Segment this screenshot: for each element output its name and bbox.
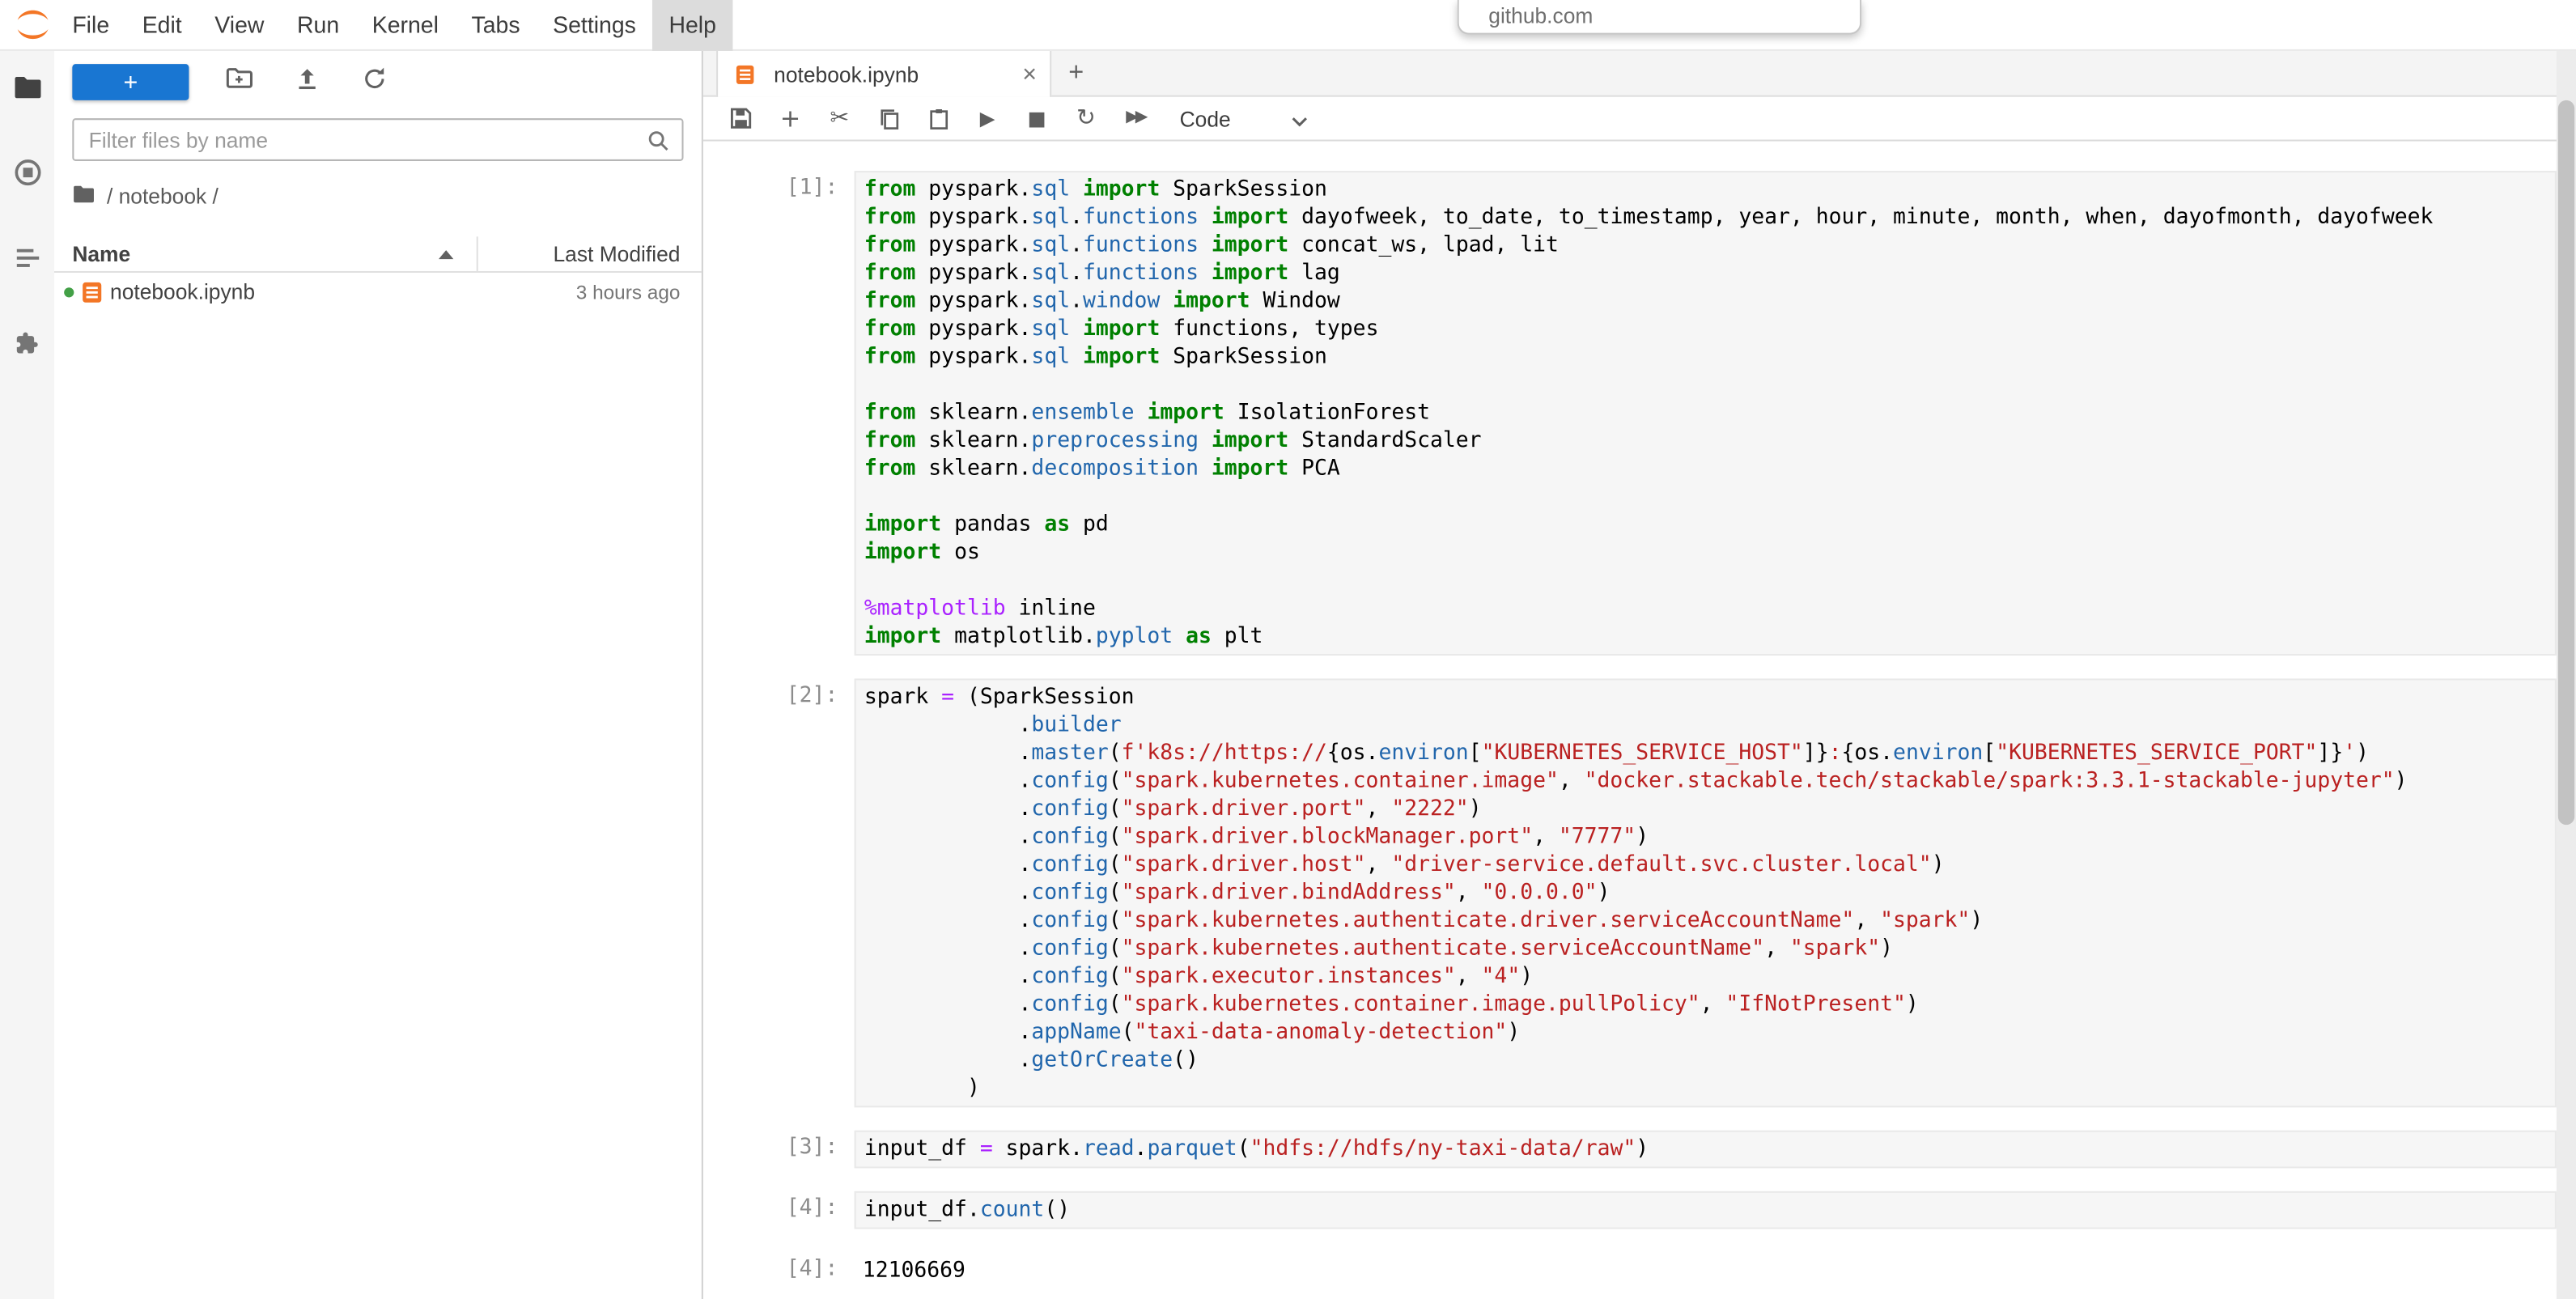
file-filter-input[interactable] bbox=[74, 120, 681, 159]
breadcrumb[interactable]: / notebook / bbox=[54, 168, 702, 222]
new-launcher-button[interactable]: + bbox=[72, 64, 189, 100]
cell-editor[interactable]: input_df = spark.read.parquet("hdfs://hd… bbox=[855, 1131, 2557, 1169]
file-browser-panel: + bbox=[54, 51, 703, 1299]
code-cell: [3]:input_df = spark.read.parquet("hdfs:… bbox=[703, 1131, 2576, 1169]
cell-editor[interactable]: spark = (SparkSession .builder .master(f… bbox=[855, 678, 2557, 1107]
play-icon: ▶ bbox=[980, 108, 995, 128]
cell-output: 12106669 bbox=[855, 1252, 2557, 1290]
file-row[interactable]: notebook.ipynb 3 hours ago bbox=[54, 273, 702, 311]
cell-editor[interactable]: input_df.count() bbox=[855, 1191, 2557, 1229]
plus-icon: + bbox=[123, 68, 138, 96]
extensions-icon[interactable] bbox=[12, 329, 42, 359]
vertical-scrollbar[interactable] bbox=[2557, 51, 2576, 1299]
popup-text: github.com bbox=[1488, 0, 1593, 32]
menu-item-file[interactable]: File bbox=[56, 0, 125, 50]
file-filter-box bbox=[72, 118, 683, 161]
refresh-button[interactable] bbox=[362, 65, 388, 100]
folder-icon bbox=[72, 182, 95, 210]
notebook-toolbar: + ✂ ▶ ■ ↻ ▶▶ Code bbox=[703, 97, 2576, 142]
menu-item-view[interactable]: View bbox=[198, 0, 281, 50]
restart-run-all-button[interactable]: ▶▶ bbox=[1117, 100, 1153, 137]
column-header-name[interactable]: Name bbox=[54, 236, 477, 271]
jupyter-logo-icon bbox=[13, 5, 53, 45]
new-tab-button[interactable]: + bbox=[1051, 51, 1101, 96]
file-browser-actions bbox=[225, 64, 388, 100]
menu-item-tabs[interactable]: Tabs bbox=[455, 0, 537, 50]
breadcrumb-path: / notebook / bbox=[107, 184, 219, 208]
execution-prompt: [3]: bbox=[703, 1131, 851, 1169]
file-modified: 3 hours ago bbox=[576, 280, 702, 303]
code-cell: [2]:spark = (SparkSession .builder .mast… bbox=[703, 678, 2576, 1107]
cell-editor[interactable]: from pyspark.sql import SparkSessionfrom… bbox=[855, 171, 2557, 656]
close-icon[interactable]: × bbox=[1022, 62, 1037, 86]
menu-item-kernel[interactable]: Kernel bbox=[355, 0, 455, 50]
execution-prompt: [4]: bbox=[703, 1191, 851, 1229]
scrollbar-thumb[interactable] bbox=[2558, 100, 2574, 825]
file-name: notebook.ipynb bbox=[110, 279, 576, 304]
cut-cells-button[interactable]: ✂ bbox=[821, 100, 858, 137]
menu-item-run[interactable]: Run bbox=[281, 0, 356, 50]
output-cell: [4]:12106669 bbox=[703, 1252, 2576, 1290]
jupyterlab-window: File Edit View Run Kernel Tabs Settings … bbox=[0, 0, 2576, 1299]
tab-bar: notebook.ipynb × + bbox=[703, 51, 2576, 97]
run-cell-button[interactable]: ▶ bbox=[970, 100, 1006, 137]
notebook-scroll-area[interactable]: [1]:from pyspark.sql import SparkSession… bbox=[703, 142, 2576, 1299]
sort-ascending-icon bbox=[439, 249, 453, 259]
interrupt-kernel-button[interactable]: ■ bbox=[1019, 100, 1055, 137]
cell-type-label: Code bbox=[1180, 106, 1231, 130]
file-browser-toolbar: + bbox=[54, 51, 702, 107]
menu-bar: File Edit View Run Kernel Tabs Settings … bbox=[0, 0, 2576, 51]
file-list-header: Name Last Modified bbox=[54, 236, 702, 273]
tab-notebook[interactable]: notebook.ipynb × bbox=[716, 51, 1051, 97]
tab-label: notebook.ipynb bbox=[774, 62, 919, 86]
browser-popup: github.com bbox=[1458, 0, 1861, 35]
code-cell: [4]:input_df.count() bbox=[703, 1191, 2576, 1229]
execution-prompt: [2]: bbox=[703, 678, 851, 1107]
column-header-modified[interactable]: Last Modified bbox=[477, 236, 702, 271]
execution-prompt: [4]: bbox=[703, 1252, 851, 1290]
plus-icon: + bbox=[780, 106, 801, 130]
paste-cells-button[interactable] bbox=[920, 100, 957, 137]
fast-forward-icon: ▶▶ bbox=[1126, 110, 1144, 126]
menu-item-edit[interactable]: Edit bbox=[125, 0, 198, 50]
search-icon bbox=[646, 128, 670, 161]
menu-item-help[interactable]: Help bbox=[652, 0, 732, 50]
notebook-file-icon bbox=[734, 63, 755, 84]
stop-icon: ■ bbox=[1027, 108, 1046, 128]
restart-icon: ↻ bbox=[1076, 107, 1096, 129]
running-sessions-icon[interactable] bbox=[12, 158, 42, 188]
chevron-down-icon bbox=[1292, 106, 1308, 130]
upload-button[interactable] bbox=[294, 65, 320, 100]
workspace: + bbox=[0, 51, 2576, 1299]
column-name-label: Name bbox=[72, 241, 130, 265]
main-area: notebook.ipynb × + + ✂ ▶ bbox=[703, 51, 2576, 1299]
cell-type-select[interactable]: Code bbox=[1177, 100, 1311, 137]
copy-cells-button[interactable] bbox=[871, 100, 907, 137]
notebook-cells: [1]:from pyspark.sql import SparkSession… bbox=[703, 171, 2576, 1289]
plus-icon: + bbox=[1068, 58, 1084, 88]
restart-kernel-button[interactable]: ↻ bbox=[1068, 100, 1105, 137]
notebook-file-icon bbox=[80, 280, 103, 303]
execution-prompt: [1]: bbox=[703, 171, 851, 656]
table-of-contents-icon[interactable] bbox=[12, 243, 42, 273]
file-browser-icon[interactable] bbox=[12, 72, 42, 102]
save-button[interactable] bbox=[723, 100, 759, 137]
new-folder-button[interactable] bbox=[225, 64, 253, 100]
activity-bar bbox=[0, 51, 54, 1299]
scissors-icon: ✂ bbox=[830, 107, 849, 129]
menu-item-settings[interactable]: Settings bbox=[537, 0, 652, 50]
kernel-running-dot bbox=[64, 287, 74, 296]
code-cell: [1]:from pyspark.sql import SparkSession… bbox=[703, 171, 2576, 656]
insert-cell-button[interactable]: + bbox=[772, 100, 808, 137]
